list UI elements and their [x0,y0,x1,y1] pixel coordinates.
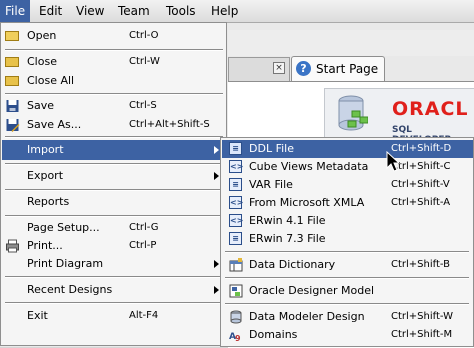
submenu-item-erwin-73[interactable]: ≡ ERwin 7.3 File [222,230,473,248]
data-modeler-icon [230,310,242,324]
menu-item-reports[interactable]: Reports [2,192,226,212]
menu-item-close-all[interactable]: Close All [2,71,226,91]
var-file-icon: ≡ [229,178,243,192]
oracle-designer-icon [229,284,243,298]
menu-item-exit[interactable]: Exit Alt-F4 [2,306,226,326]
separator [5,215,223,217]
submenu-item-microsoft-xmla[interactable]: <> From Microsoft XMLA Ctrl+Shift-A [222,194,473,212]
separator [5,276,223,278]
database-logo-icon [338,95,368,131]
help-icon: ? [296,61,311,76]
svg-text:9: 9 [235,334,241,342]
mouse-cursor-icon [386,151,401,172]
separator [5,136,223,138]
submenu-item-cube-views[interactable]: <> Cube Views Metadata Ctrl+Shift-C [222,158,473,176]
editor-tab[interactable]: × [228,57,290,82]
menu-help[interactable]: Help [206,0,243,22]
menu-item-import[interactable]: Import [2,140,226,160]
file-menu: Open Ctrl-O Close Ctrl-W Close All Save … [0,22,227,346]
tab-label: Start Page [316,62,379,76]
domains-icon: A9 [229,332,241,342]
submenu-arrow-icon [214,260,219,268]
xmla-icon: <> [229,196,244,209]
close-tab-icon[interactable]: × [273,62,285,74]
menu-item-save[interactable]: Save Ctrl-S [2,96,226,116]
separator [5,302,223,304]
menu-item-print-diagram[interactable]: Print Diagram [2,254,226,274]
menu-team[interactable]: Team [113,0,155,22]
menu-edit[interactable]: Edit [34,0,67,22]
menu-item-recent-designs[interactable]: Recent Designs [2,280,226,300]
submenu-arrow-icon [214,146,219,154]
submenu-item-oracle-designer[interactable]: Oracle Designer Model [222,282,473,300]
toolbar-strip [228,30,474,56]
separator [5,163,223,165]
submenu-item-data-dictionary[interactable]: Data Dictionary Ctrl+Shift-B [222,256,473,274]
menu-file[interactable]: File [0,0,31,22]
separator [225,303,469,305]
save-icon [6,100,19,112]
tab-start-page[interactable]: ? Start Page [291,56,385,82]
submenu-item-var-file[interactable]: ≡ VAR File Ctrl+Shift-V [222,176,473,194]
menu-item-page-setup[interactable]: Page Setup... Ctrl-G [2,218,226,238]
submenu-item-ddl-file[interactable]: ≡ DDL File Ctrl+Shift-D [222,140,473,158]
separator [5,93,223,95]
submenu-item-erwin-41[interactable]: <> ERwin 4.1 File [222,212,473,230]
separator [5,49,223,51]
submenu-item-domains[interactable]: A9 Domains Ctrl+Shift-M [222,326,473,344]
submenu-arrow-icon [214,172,219,180]
import-submenu: ≡ DDL File Ctrl+Shift-D <> Cube Views Me… [220,137,474,347]
separator [225,251,469,253]
erwin-file-icon: <> [229,214,244,227]
menu-item-print[interactable]: Print... Ctrl-P [2,236,226,256]
erwin-file-icon: ≡ [229,232,243,246]
separator [225,277,469,279]
oracle-logo-text: ORACL [392,98,469,120]
menu-item-export[interactable]: Export [2,166,226,186]
menu-bar: File Edit View Team Tools Help [0,0,474,23]
cube-views-icon: <> [229,160,244,173]
ddl-file-icon: ≡ [229,142,243,156]
open-folder-icon [5,29,20,43]
menu-item-open[interactable]: Open Ctrl-O [2,26,226,46]
submenu-item-data-modeler-design[interactable]: Data Modeler Design Ctrl+Shift-W [222,308,473,326]
submenu-arrow-icon [214,286,219,294]
menu-item-close[interactable]: Close Ctrl-W [2,52,226,72]
data-dictionary-icon [229,258,243,272]
printer-icon [6,239,19,253]
menu-tools[interactable]: Tools [161,0,201,22]
menu-item-save-as[interactable]: Save As... Ctrl+Alt+Shift-S [2,115,226,135]
menu-view[interactable]: View [71,0,109,22]
folder-icon [5,74,20,88]
save-as-icon [6,119,20,132]
folder-icon [5,55,20,69]
separator [5,189,223,191]
